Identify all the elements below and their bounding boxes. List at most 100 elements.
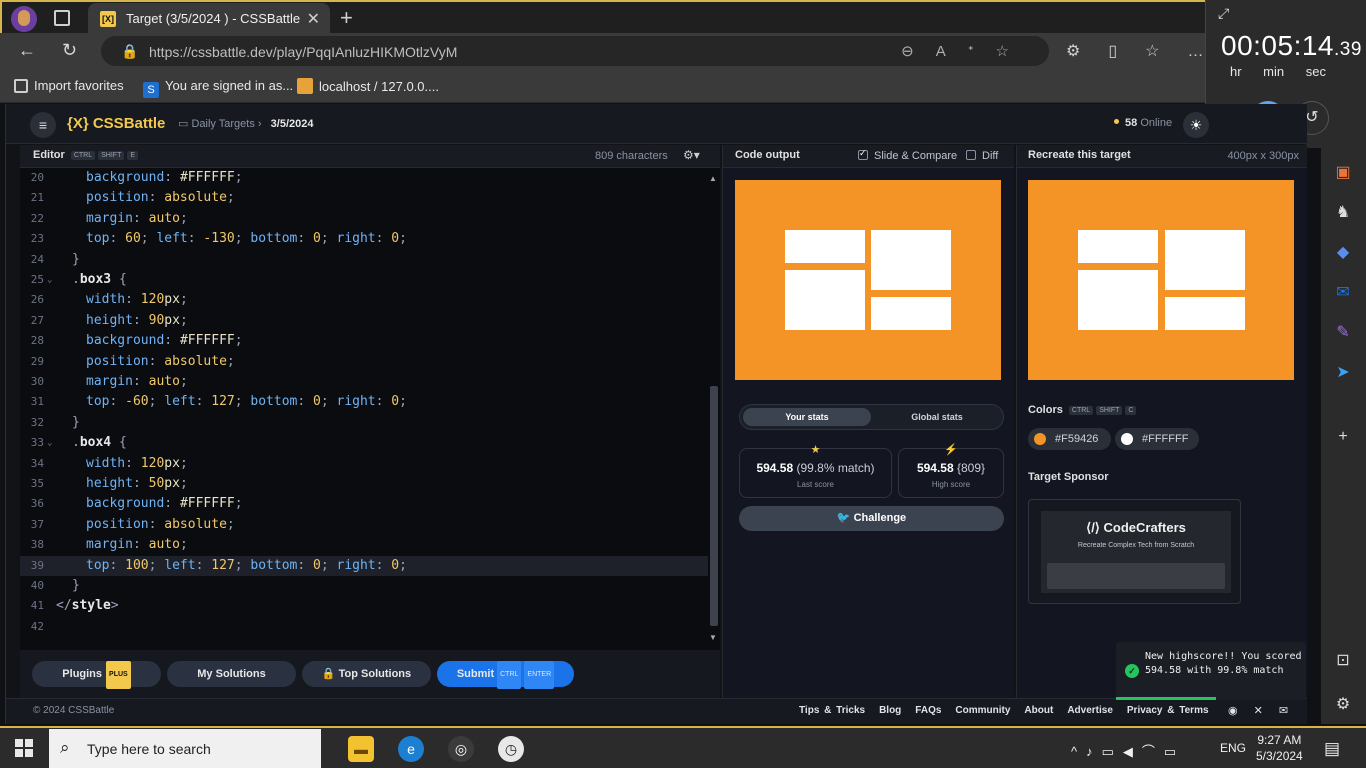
stats-tabs: Your stats Global stats bbox=[739, 404, 1004, 430]
back-icon[interactable]: ← bbox=[18, 40, 36, 61]
theme-toggle-icon[interactable]: ☀ bbox=[1183, 112, 1209, 138]
expand-icon[interactable]: ⤢ bbox=[1218, 5, 1229, 22]
code-line[interactable]: 31 top: -60; left: 127; bottom: 0; right:… bbox=[20, 392, 708, 412]
screenshot-icon[interactable]: ⊡ bbox=[1334, 652, 1352, 670]
scroll-down-icon[interactable]: ▼ bbox=[709, 633, 717, 642]
designer-icon[interactable]: ✎ bbox=[1334, 324, 1352, 342]
footer-link[interactable]: Tips & Tricks bbox=[799, 705, 865, 716]
clock-app-icon[interactable]: ◷ bbox=[498, 736, 524, 762]
code-line[interactable]: 29 position: absolute; bbox=[20, 352, 708, 372]
code-line[interactable]: 36 background: #FFFFFF; bbox=[20, 494, 708, 514]
tab-title: Target (3/5/2024 ) - CSSBattle bbox=[126, 11, 301, 26]
file-explorer-icon[interactable]: ▬ bbox=[348, 736, 374, 762]
code-text: width: 120px; bbox=[86, 455, 188, 471]
code-line[interactable]: 21 position: absolute; bbox=[20, 188, 708, 208]
code-line[interactable]: 30 margin: auto; bbox=[20, 372, 708, 392]
add-icon[interactable]: + bbox=[1334, 428, 1352, 446]
code-line[interactable]: 28 background: #FFFFFF; bbox=[20, 331, 708, 351]
code-line[interactable]: 34 width: 120px; bbox=[20, 454, 708, 474]
url-field[interactable]: 🔒 https://cssbattle.dev/play/PqqIAnluzHI… bbox=[101, 36, 1049, 66]
settings-icon[interactable]: ⚙ bbox=[1334, 696, 1352, 714]
cssbattle-logo[interactable]: {X} CSSBattle bbox=[67, 115, 165, 132]
code-line[interactable]: 42 bbox=[20, 617, 708, 637]
breadcrumb-daily-targets[interactable]: Daily Targets bbox=[191, 118, 254, 130]
code-line[interactable]: 26 width: 120px; bbox=[20, 290, 708, 310]
submit-button[interactable]: Submit CTRL ENTER bbox=[437, 661, 574, 689]
close-tab-icon[interactable]: ✕ bbox=[307, 9, 320, 29]
plugins-button[interactable]: Plugins PLUS bbox=[32, 661, 161, 689]
slide-compare-toggle[interactable]: Slide & Compare bbox=[858, 148, 957, 162]
scroll-up-icon[interactable]: ▲ bbox=[709, 174, 717, 183]
bookmark-signed-in[interactable]: S You are signed in as... bbox=[143, 78, 293, 98]
address-bar: ← ↻ 🔒 https://cssbattle.dev/play/PqqIAnl… bbox=[0, 33, 1205, 70]
top-solutions-button[interactable]: 🔒 Top Solutions bbox=[302, 661, 431, 687]
sponsor-language-logos bbox=[1047, 563, 1225, 589]
star-icon: ★ bbox=[810, 444, 821, 456]
code-line[interactable]: 20 background: #FFFFFF; bbox=[20, 168, 708, 188]
tab-cssbattle[interactable]: [X] Target (3/5/2024 ) - CSSBattle ✕ bbox=[88, 3, 330, 35]
code-line[interactable]: 39 top: 100; left: 127; bottom: 0; right:… bbox=[20, 555, 708, 576]
breadcrumb: ▭ Daily Targets › 3/5/2024 bbox=[178, 117, 313, 130]
obs-icon[interactable]: ◎ bbox=[448, 736, 474, 762]
code-line[interactable]: 40} bbox=[20, 576, 708, 596]
language-indicator[interactable]: ENG bbox=[1220, 741, 1246, 755]
code-line[interactable]: 22 margin: auto; bbox=[20, 209, 708, 229]
system-clock[interactable]: 9:27 AM 5/3/2024 bbox=[1256, 732, 1303, 764]
url-actions[interactable]: ⊖Aᐩ☆ bbox=[901, 42, 1031, 60]
scroll-thumb[interactable] bbox=[710, 386, 718, 626]
taskbar-search[interactable]: ⌕ Type here to search bbox=[49, 729, 321, 768]
sponsor-card[interactable]: ⟨/⟩ CodeCrafters Recreate Complex Tech f… bbox=[1028, 499, 1241, 604]
copilot-icon[interactable]: ◆ bbox=[1334, 244, 1352, 262]
send-icon[interactable]: ➤ bbox=[1334, 364, 1352, 382]
footer-link[interactable]: Blog bbox=[879, 705, 901, 716]
challenge-button[interactable]: 🐦 Challenge bbox=[739, 506, 1004, 531]
my-solutions-button[interactable]: My Solutions bbox=[167, 661, 296, 687]
footer-link[interactable]: Community bbox=[955, 705, 1010, 716]
games-icon[interactable]: ♞ bbox=[1334, 204, 1352, 222]
code-line[interactable]: 24} bbox=[20, 250, 708, 270]
tab-your-stats[interactable]: Your stats bbox=[743, 408, 871, 426]
refresh-icon[interactable]: ↻ bbox=[62, 40, 77, 61]
editor-settings-icon[interactable]: ⚙▾ bbox=[683, 148, 700, 162]
code-line[interactable]: 33 ⌄ .box4 { bbox=[20, 433, 708, 453]
fold-icon[interactable]: ⌄ bbox=[47, 270, 52, 290]
code-line[interactable]: 37 position: absolute; bbox=[20, 515, 708, 535]
footer-link[interactable]: Privacy & Terms bbox=[1127, 705, 1209, 716]
tab-actions-icon[interactable] bbox=[54, 10, 70, 26]
code-line[interactable]: 35 height: 50px; bbox=[20, 474, 708, 494]
code-line[interactable]: 38 margin: auto; bbox=[20, 535, 708, 555]
output-canvas[interactable] bbox=[735, 180, 1001, 380]
menu-icon[interactable]: ≡ bbox=[30, 112, 56, 138]
line-number: 42 bbox=[30, 619, 44, 633]
code-line[interactable]: 27 height: 90px; bbox=[20, 311, 708, 331]
color-chip-orange[interactable]: #F59426 bbox=[1028, 428, 1111, 450]
bookmark-import-favorites[interactable]: Import favorites bbox=[14, 78, 124, 93]
code-scrollbar[interactable]: ▲ ▼ bbox=[708, 168, 720, 650]
tab-global-stats[interactable]: Global stats bbox=[873, 408, 1001, 426]
diff-toggle[interactable]: Diff bbox=[966, 150, 998, 162]
target-canvas[interactable] bbox=[1028, 180, 1294, 380]
code-editor[interactable]: 20 background: #FFFFFF; 21 position: absolu… bbox=[20, 168, 708, 650]
code-line[interactable]: 32} bbox=[20, 413, 708, 433]
footer-link[interactable]: About bbox=[1024, 705, 1053, 716]
windows-start-icon[interactable] bbox=[15, 739, 33, 757]
code-line[interactable]: 25 ⌄ .box3 { bbox=[20, 270, 708, 290]
footer-link[interactable]: Advertise bbox=[1067, 705, 1113, 716]
profile-avatar[interactable] bbox=[11, 6, 37, 32]
edge-icon[interactable]: e bbox=[398, 736, 424, 762]
sponsor-name: ⟨/⟩ CodeCrafters bbox=[1086, 520, 1186, 535]
notifications-icon[interactable]: ▤ bbox=[1324, 739, 1340, 759]
code-line[interactable]: 41 </style> bbox=[20, 596, 708, 616]
outlook-icon[interactable]: ✉ bbox=[1334, 284, 1352, 302]
footer-link[interactable]: FAQs bbox=[915, 705, 941, 716]
social-icons[interactable]: ◉✕✉ bbox=[1228, 704, 1304, 717]
system-tray[interactable]: ^♪▭◀⌒▭ bbox=[1071, 741, 1185, 760]
code-line[interactable]: 23 top: 60; left: -130; bottom: 0; right:… bbox=[20, 229, 708, 249]
fold-icon[interactable]: ⌄ bbox=[47, 433, 52, 453]
bookmark-localhost[interactable]: localhost / 127.0.0.... bbox=[297, 78, 439, 94]
shopping-icon[interactable]: ▣ bbox=[1334, 164, 1352, 182]
url-text[interactable]: https://cssbattle.dev/play/PqqIAnluzHIKM… bbox=[149, 44, 457, 60]
color-chip-white[interactable]: #FFFFFF bbox=[1115, 428, 1199, 450]
new-tab-icon[interactable]: + bbox=[340, 5, 353, 31]
target-box-1 bbox=[1078, 230, 1158, 263]
